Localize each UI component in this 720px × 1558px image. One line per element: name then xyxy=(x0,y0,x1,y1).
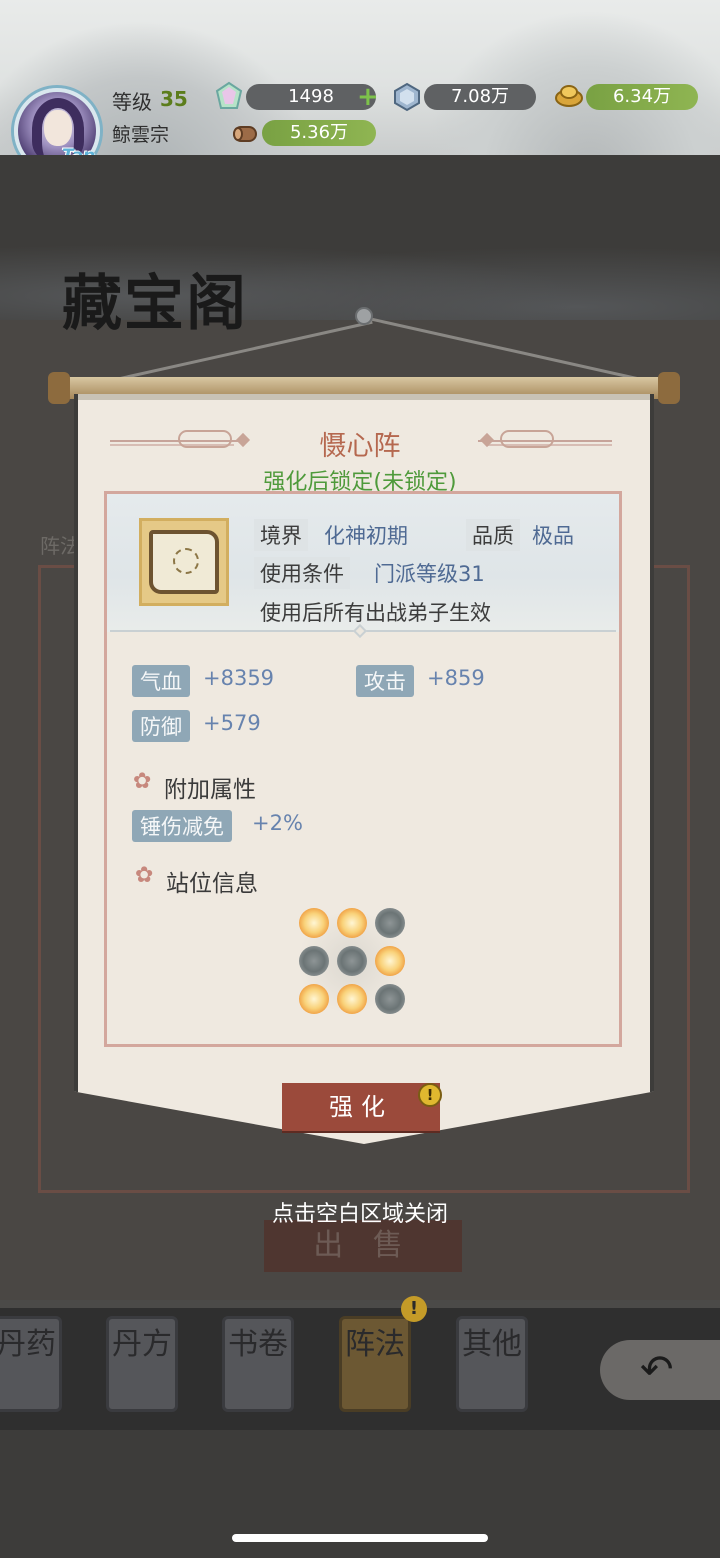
formation-scroll-icon xyxy=(149,530,219,594)
tab-other[interactable]: 其他 xyxy=(456,1316,528,1412)
level-value: 35 xyxy=(160,87,188,111)
stat-label: 气血 xyxy=(132,665,190,697)
avatar-face xyxy=(44,110,72,146)
tab-formation[interactable]: 阵法 xyxy=(339,1316,411,1412)
stat-label: 攻击 xyxy=(356,665,414,697)
tab-label: 丹药 xyxy=(0,1327,56,1362)
formation-slot-active xyxy=(337,908,367,938)
condition-label: 使用条件 xyxy=(254,557,350,589)
scroll-shadow xyxy=(78,394,650,400)
gold-count: 6.34万 xyxy=(586,84,698,110)
formation-slot-active xyxy=(337,984,367,1014)
tab-recipe[interactable]: 丹方 xyxy=(106,1316,178,1412)
formation-slot-empty xyxy=(337,946,367,976)
gold-ingot-icon xyxy=(555,85,583,107)
upgrade-button[interactable]: 强化 xyxy=(282,1083,440,1131)
stat-value: +859 xyxy=(427,666,485,690)
extra-stat-value: +2% xyxy=(252,811,303,835)
item-name: 慑心阵 xyxy=(319,431,401,462)
scroll-rod-end xyxy=(658,372,680,404)
scroll-rod-end xyxy=(48,372,70,404)
close-hint: 点击空白区域关闭 xyxy=(271,1202,448,1227)
stat-label: 防御 xyxy=(132,710,190,742)
sect-name: 鲸雲宗 xyxy=(112,124,170,146)
formation-slot-empty xyxy=(375,984,405,1014)
gem-icon xyxy=(394,82,420,112)
gem-count: 7.08万 xyxy=(424,84,536,110)
formation-slot-active xyxy=(375,946,405,976)
shop-title: 藏宝阁 xyxy=(62,269,248,339)
tab-label: 其他 xyxy=(462,1327,522,1362)
add-crystal-button[interactable]: + xyxy=(357,84,379,110)
realm-label: 境界 xyxy=(254,519,308,551)
alert-icon: ! xyxy=(418,1083,442,1107)
extra-stat-label: 锤伤减免 xyxy=(132,810,232,842)
home-indicator[interactable] xyxy=(232,1534,488,1542)
tab-elixir[interactable]: 丹药 xyxy=(0,1316,62,1412)
formation-slot-active xyxy=(299,984,329,1014)
formation-slot-empty xyxy=(375,908,405,938)
formation-grid xyxy=(291,902,411,1020)
formation-slot-empty xyxy=(299,946,329,976)
rope-knob xyxy=(355,307,373,325)
wood-count: 5.36万 xyxy=(262,120,376,146)
realm-value: 化神初期 xyxy=(324,524,408,548)
quality-label: 品质 xyxy=(466,519,520,551)
back-button[interactable]: ↶ xyxy=(600,1340,720,1400)
log-icon xyxy=(233,126,257,142)
tab-label: 丹方 xyxy=(112,1327,172,1362)
level-label: 等级 xyxy=(112,90,152,114)
extra-attributes-title: 附加属性 xyxy=(164,777,256,803)
tab-alert-icon: ! xyxy=(401,1296,427,1322)
tab-label: 书卷 xyxy=(228,1327,288,1362)
stat-value: +579 xyxy=(203,711,261,735)
crystal-icon xyxy=(215,81,243,109)
back-arrow-icon: ↶ xyxy=(640,1347,674,1393)
stat-value: +8359 xyxy=(203,666,275,690)
condition-value: 门派等级31 xyxy=(374,562,485,586)
formation-slot-active xyxy=(299,908,329,938)
tab-scroll[interactable]: 书卷 xyxy=(222,1316,294,1412)
flower-icon: ✿ xyxy=(135,863,154,888)
position-info-title: 站位信息 xyxy=(166,871,258,897)
quality-value: 极品 xyxy=(532,524,574,548)
flower-icon: ✿ xyxy=(133,769,152,794)
tab-label: 阵法 xyxy=(345,1327,405,1362)
item-effect: 使用后所有出战弟子生效 xyxy=(260,601,491,625)
